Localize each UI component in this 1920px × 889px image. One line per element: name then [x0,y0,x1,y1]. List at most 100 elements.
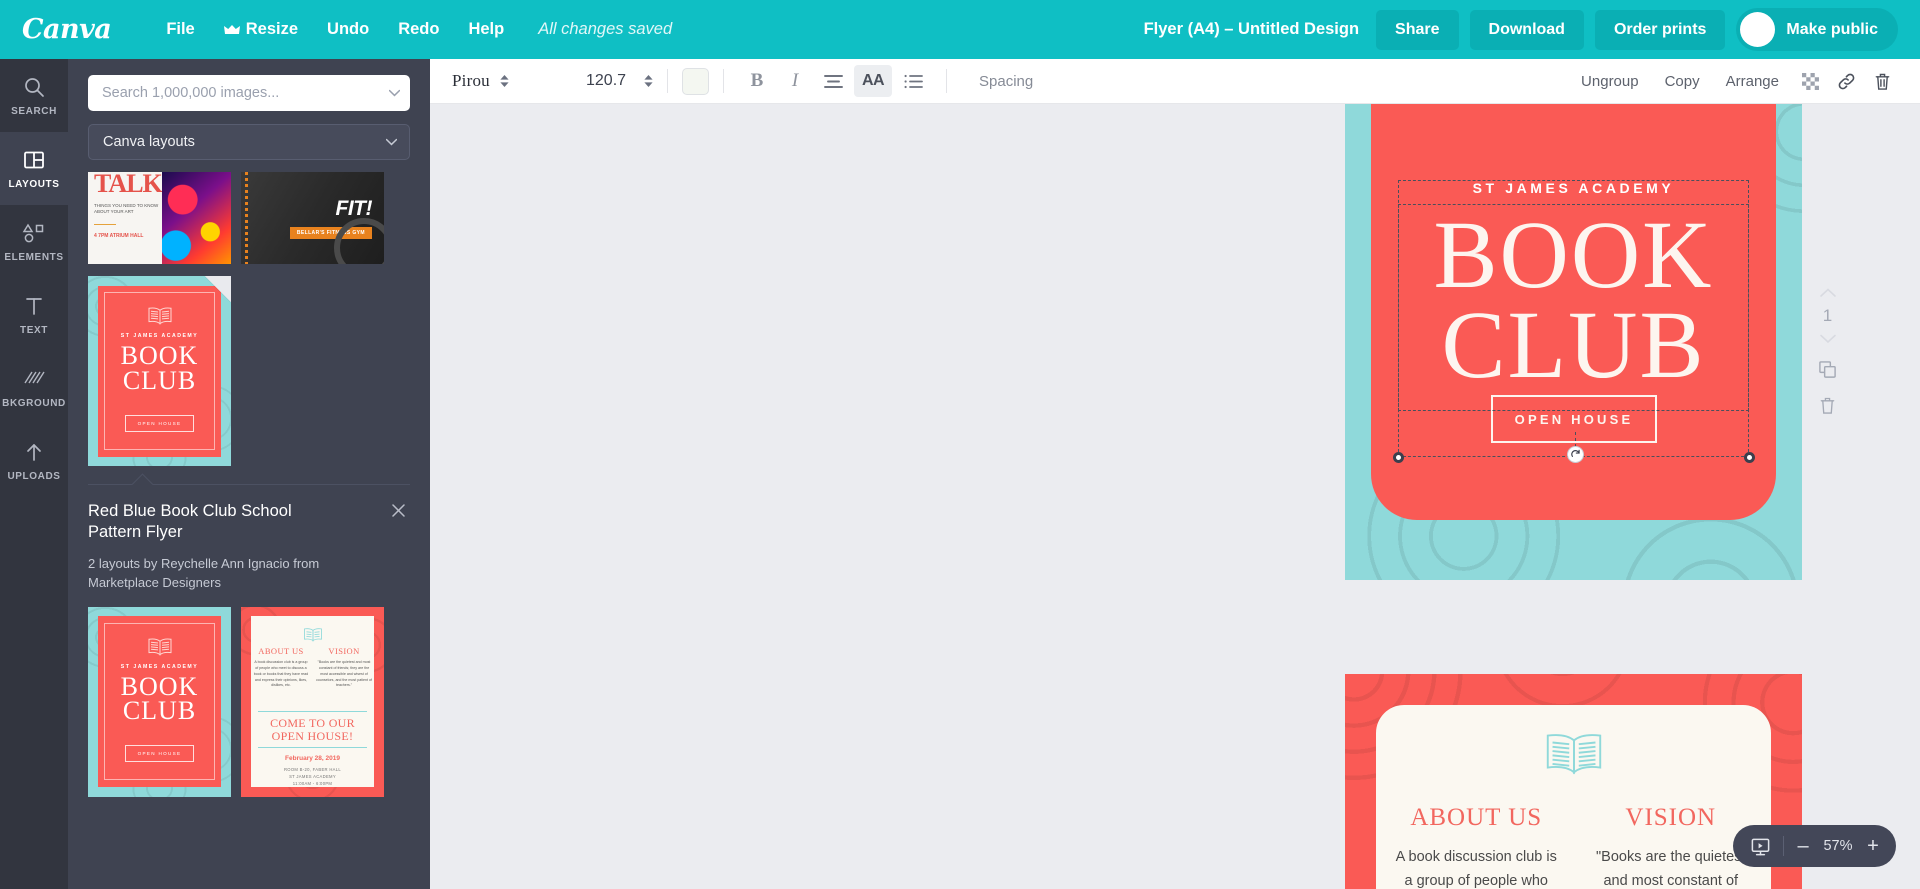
align-center-icon[interactable] [816,65,850,97]
search-input[interactable] [88,85,410,101]
talk-rule [94,223,116,226]
top-nav: File Resize Undo Redo Help All changes s… [153,12,672,47]
trash-icon[interactable] [1866,66,1898,96]
top-bar: Canva File Resize Undo Redo Help All cha… [0,0,1920,59]
vision-body: "Books are the quietest and most constan… [316,660,372,688]
trash-icon[interactable] [1819,396,1836,420]
toolbar-divider [723,69,724,93]
menu-undo[interactable]: Undo [314,12,382,47]
chevron-up-icon[interactable] [1819,282,1836,302]
present-icon[interactable] [1741,825,1779,867]
page-number: 1 [1822,306,1833,325]
menu-redo-label: Redo [398,20,440,38]
sidebar-item-text[interactable]: TEXT [0,278,68,351]
rotate-handle[interactable] [1567,446,1584,463]
menu-help-label: Help [468,20,505,38]
make-public-toggle[interactable]: Make public [1736,8,1898,51]
upload-icon [23,439,45,465]
poster-cta: OPEN HOUSE [125,745,194,763]
talk-left: TALK THINGS YOU NEED TO KNOW ABOUT YOUR … [88,172,163,264]
page-2-columns: ABOUT US A book discussion club is a gro… [1391,804,1756,889]
font-size-select[interactable]: 120.7 [586,72,653,90]
close-icon[interactable] [387,501,410,525]
poster-title: BOOK CLUB [88,343,231,393]
design-page-2[interactable]: ABOUT US A book discussion club is a gro… [1345,674,1802,889]
open-house-cta[interactable]: OPEN HOUSE [1491,395,1657,443]
panel-results[interactable]: TALK THINGS YOU NEED TO KNOW ABOUT YOUR … [68,172,430,889]
menu-file[interactable]: File [153,12,207,47]
search-dropdown-icon[interactable] [389,89,400,97]
page-1-controls: 1 [1818,282,1837,420]
poster-cta: OPEN HOUSE [125,414,194,432]
layout-detail-subtitle: 2 layouts by Reychelle Ann Ignacio from … [88,555,320,590]
talk-subtitle: THINGS YOU NEED TO KNOW ABOUT YOUR ART [94,202,159,215]
share-button[interactable]: Share [1376,9,1459,50]
layout-thumbnail-page-1[interactable]: ST JAMES ACADEMY BOOK CLUB OPEN HOUSE [88,606,231,797]
order-prints-button[interactable]: Order prints [1594,9,1726,50]
result-row: TALK THINGS YOU NEED TO KNOW ABOUT YOUR … [88,172,410,264]
duplicate-icon[interactable] [1818,360,1837,384]
text-color-swatch[interactable] [682,67,709,95]
menu-undo-label: Undo [327,20,370,38]
category-select[interactable]: Canva layouts [88,124,410,160]
sidebar-item-background-label: BKGROUND [2,398,66,409]
sidebar-item-layouts[interactable]: LAYOUTS [0,132,68,205]
layouts-panel: Canva layouts TALK THINGS YOU NEED TO KN… [68,59,430,889]
design-page-1[interactable]: ST JAMES ACADEMY BOOK CLUB OPEN HOUSE [1345,104,1802,580]
zoom-in-button[interactable]: + [1858,825,1888,867]
canva-editor: Canva File Resize Undo Redo Help All cha… [0,0,1920,889]
chevron-down-icon[interactable] [386,138,397,146]
cta-line1: COME TO OUR [270,715,355,730]
sidebar-item-uploads-label: UPLOADS [7,471,61,482]
copy-button[interactable]: Copy [1654,66,1711,97]
editor-column: Pirou 120.7 B I AA Spacing Ungroup Copy … [430,59,1920,889]
layout-detail-title: Red Blue Book Club School Pattern Flyer [88,502,292,542]
poster-columns: ABOUT US A book discussion club is a gro… [252,646,372,689]
font-family-stepper-icon [500,75,509,87]
spacing-button[interactable]: Spacing [979,73,1033,90]
open-book-icon [88,637,231,656]
search-icon [23,74,45,100]
text-case-button[interactable]: AA [854,65,892,97]
bold-button[interactable]: B [740,65,774,97]
download-button[interactable]: Download [1469,9,1584,50]
ungroup-button[interactable]: Ungroup [1570,66,1650,97]
sidebar-item-elements-label: ELEMENTS [4,252,64,263]
result-thumbnail-book-club-selected[interactable]: ST JAMES ACADEMY BOOK CLUB OPEN HOUSE [88,276,231,466]
menu-help[interactable]: Help [455,12,517,47]
menu-redo[interactable]: Redo [385,12,452,47]
address-line-2: ST JAMES ACADEMY [289,774,336,780]
resize-handle-right[interactable] [1744,452,1755,463]
design-canvas-area[interactable]: ST JAMES ACADEMY BOOK CLUB OPEN HOUSE AB… [430,104,1920,889]
book-club-title[interactable]: BOOK CLUB [1345,206,1802,392]
canvas-scroll-container[interactable]: ST JAMES ACADEMY BOOK CLUB OPEN HOUSE AB… [430,104,1920,889]
italic-button[interactable]: I [778,65,812,97]
column-about-us[interactable]: ABOUT US A book discussion club is a gro… [1391,804,1562,889]
academy-text[interactable]: ST JAMES ACADEMY [1345,180,1802,196]
sidebar-item-uploads[interactable]: UPLOADS [0,424,68,497]
font-family-select[interactable]: Pirou [452,71,570,91]
result-thumbnail-fit[interactable]: FIT! BELLAR'S FITNESS GYM [241,172,384,264]
category-select-value: Canva layouts [103,134,195,150]
arrange-button[interactable]: Arrange [1715,66,1790,97]
layout-detail-header: Red Blue Book Club School Pattern Flyer [88,485,410,544]
sidebar-item-background[interactable]: BKGROUND [0,351,68,424]
sidebar-item-elements[interactable]: ELEMENTS [0,205,68,278]
zoom-out-button[interactable]: – [1788,825,1818,867]
poster-title: BOOK CLUB [88,673,231,723]
chevron-down-icon[interactable] [1819,328,1836,348]
fit-decor [334,218,384,264]
poster-academy-line: ST JAMES ACADEMY [120,663,199,670]
menu-resize[interactable]: Resize [211,12,311,47]
layout-thumbnail-page-2[interactable]: ABOUT US A book discussion club is a gro… [241,606,384,797]
transparency-icon[interactable] [1794,66,1826,96]
sidebar-item-search[interactable]: SEARCH [0,59,68,132]
bullet-list-icon[interactable] [896,65,930,97]
canva-logo[interactable]: Canva [22,16,112,43]
divider-top [258,711,367,713]
resize-handle-left[interactable] [1393,452,1404,463]
top-bar-actions: Flyer (A4) – Untitled Design Share Downl… [1144,8,1898,51]
column-vision[interactable]: VISION "Books are the quietest and most … [1586,804,1757,889]
link-icon[interactable] [1830,66,1862,96]
result-thumbnail-talk[interactable]: TALK THINGS YOU NEED TO KNOW ABOUT YOUR … [88,172,231,264]
